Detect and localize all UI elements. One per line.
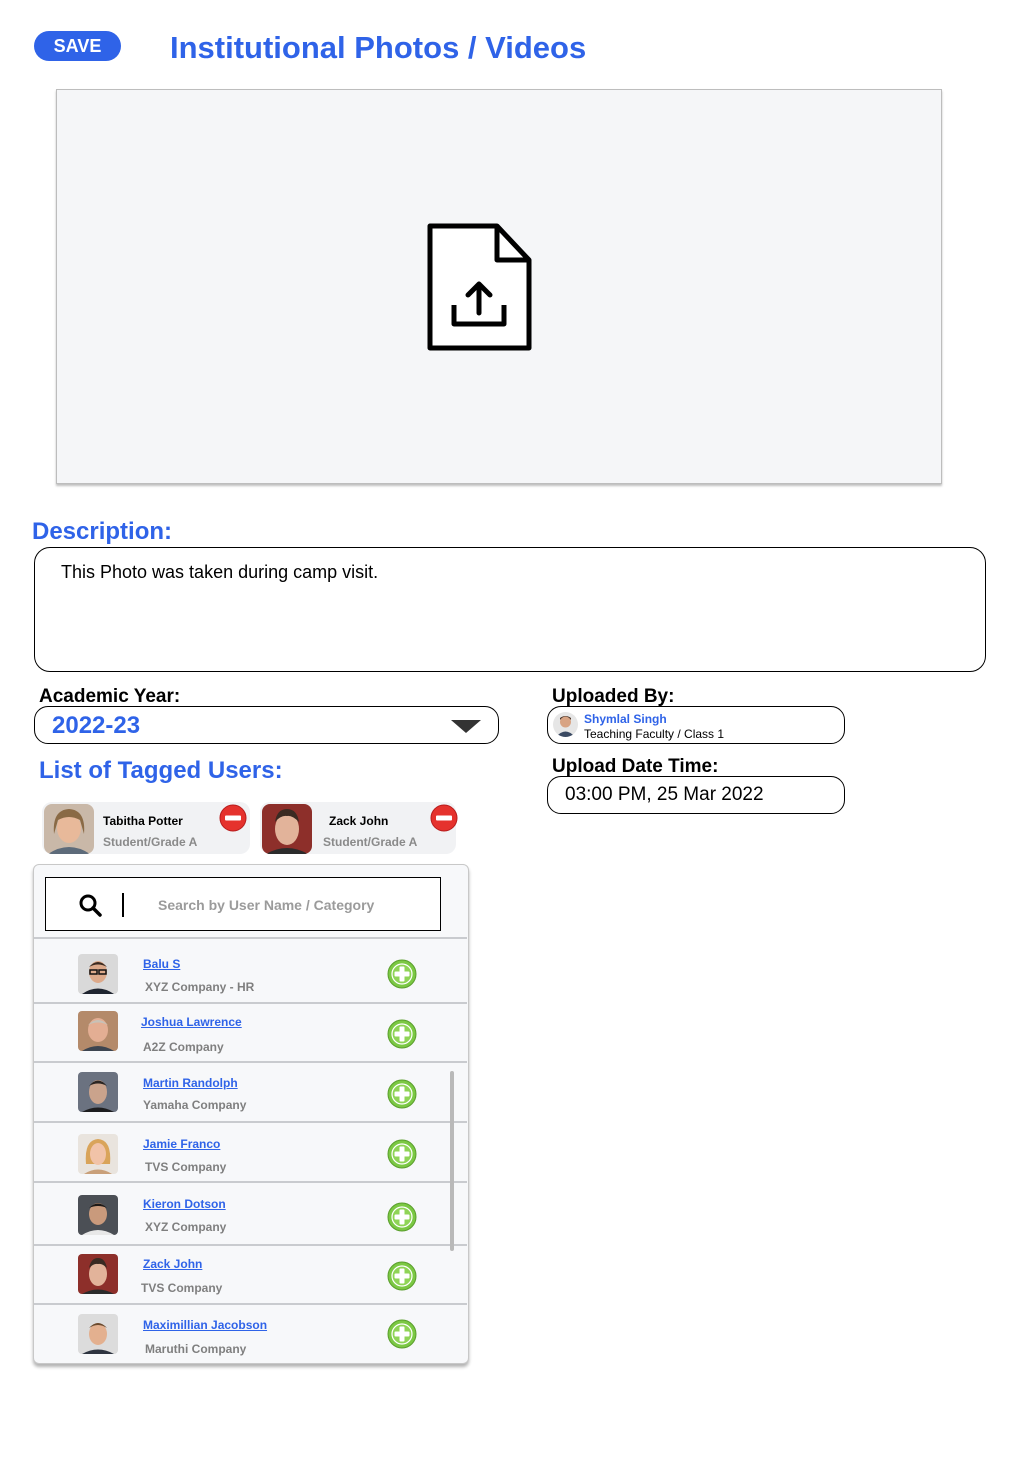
avatar <box>44 804 94 854</box>
add-icon[interactable] <box>387 1019 417 1049</box>
save-button[interactable]: SAVE <box>34 31 121 61</box>
avatar <box>78 1254 118 1294</box>
uploader-name: Shymlal Singh <box>584 712 667 726</box>
scrollbar[interactable] <box>450 1071 454 1251</box>
add-icon[interactable] <box>387 1261 417 1291</box>
user-company: Yamaha Company <box>143 1098 247 1112</box>
upload-datetime-label: Upload Date Time: <box>552 756 719 777</box>
divider <box>34 1244 467 1246</box>
avatar <box>553 712 578 737</box>
user-name-link[interactable]: Joshua Lawrence <box>141 1015 242 1029</box>
tagged-user-role: Student/Grade A <box>103 835 198 849</box>
description-text: This Photo was taken during camp visit. <box>61 562 379 582</box>
search-icon <box>79 894 102 917</box>
dropdown-arrow-icon[interactable] <box>451 720 481 733</box>
page-title: Institutional Photos / Videos <box>170 30 587 65</box>
divider <box>34 1002 467 1004</box>
academic-year-label: Academic Year: <box>39 686 181 707</box>
academic-year-value: 2022-23 <box>52 712 141 739</box>
avatar <box>78 1134 118 1174</box>
uploader-role: Teaching Faculty / Class 1 <box>584 727 725 741</box>
avatar <box>262 804 312 854</box>
search-input[interactable] <box>144 888 424 922</box>
remove-icon[interactable] <box>430 804 458 832</box>
divider <box>34 937 467 939</box>
avatar <box>78 1195 118 1235</box>
user-name-link[interactable]: Maximillian Jacobson <box>143 1318 267 1332</box>
description-label: Description: <box>32 518 173 545</box>
add-icon[interactable] <box>387 1079 417 1109</box>
avatar <box>78 1314 118 1354</box>
user-name-link[interactable]: Kieron Dotson <box>143 1197 226 1211</box>
add-icon[interactable] <box>387 959 417 989</box>
user-name-link[interactable]: Jamie Franco <box>143 1137 220 1151</box>
user-company: TVS Company <box>145 1160 227 1174</box>
user-name-link[interactable]: Zack John <box>143 1257 202 1271</box>
divider <box>34 1061 467 1063</box>
add-icon[interactable] <box>387 1202 417 1232</box>
divider <box>34 1121 467 1123</box>
tagged-users-label: List of Tagged Users: <box>39 757 283 784</box>
tagged-user-name: Zack John <box>329 814 389 828</box>
divider <box>34 1303 467 1305</box>
user-company: Maruthi Company <box>145 1342 247 1356</box>
avatar <box>78 1011 118 1051</box>
user-name-link[interactable]: Martin Randolph <box>143 1076 238 1090</box>
user-company: XYZ Company - HR <box>145 980 255 994</box>
remove-icon[interactable] <box>219 804 247 832</box>
add-icon[interactable] <box>387 1139 417 1169</box>
tagged-user-role: Student/Grade A <box>323 835 418 849</box>
text-caret <box>122 893 124 917</box>
uploaded-by-label: Uploaded By: <box>552 686 675 707</box>
avatar <box>78 954 118 994</box>
avatar <box>78 1072 118 1112</box>
upload-datetime-value: 03:00 PM, 25 Mar 2022 <box>565 784 764 805</box>
divider <box>34 1181 467 1183</box>
file-upload-icon[interactable] <box>425 221 533 353</box>
tagged-user-name: Tabitha Potter <box>103 814 183 828</box>
add-icon[interactable] <box>387 1319 417 1349</box>
user-company: TVS Company <box>141 1281 223 1295</box>
user-company: XYZ Company <box>145 1220 227 1234</box>
user-company: A2Z Company <box>143 1040 224 1054</box>
user-name-link[interactable]: Balu S <box>143 957 180 971</box>
